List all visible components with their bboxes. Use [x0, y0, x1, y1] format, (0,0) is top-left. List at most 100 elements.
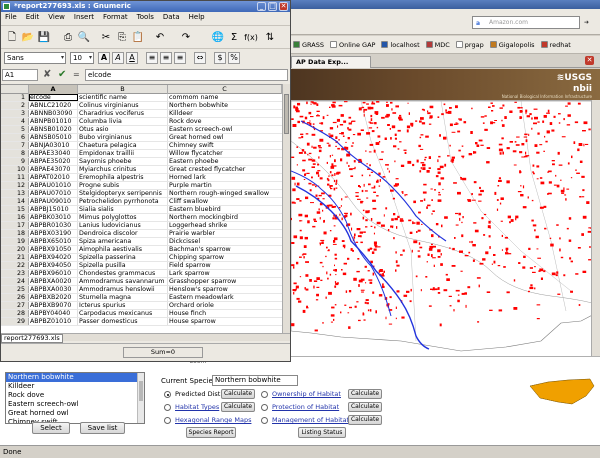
- menu-edit[interactable]: Edit: [26, 12, 40, 23]
- hexagonal-radio[interactable]: [164, 417, 171, 424]
- font-select[interactable]: Sans ▾: [4, 52, 66, 64]
- column-header-c[interactable]: C: [168, 85, 282, 94]
- merge-cells-icon[interactable]: ⇔: [194, 52, 206, 64]
- sort-ascending-icon[interactable]: ⇅: [263, 31, 277, 44]
- cell-scientific-name[interactable]: Petrochelidon pyrrhonota: [78, 198, 168, 205]
- calculate-management-button[interactable]: Calculate: [348, 415, 382, 425]
- cell-common-name[interactable]: Loggerhead shrike: [168, 222, 282, 229]
- cell-elcode[interactable]: ABPBJ15010: [29, 206, 78, 213]
- paste-icon[interactable]: 📋: [131, 31, 145, 44]
- page-vertical-scrollbar[interactable]: [591, 100, 600, 356]
- species-list-scrollbar[interactable]: [137, 373, 144, 423]
- font-size-select[interactable]: 10 ▾: [70, 52, 94, 64]
- cell-scientific-name[interactable]: scientific name: [78, 94, 168, 101]
- hexagonal-range-maps-link[interactable]: Hexagonal Range Maps: [175, 416, 251, 424]
- select-button[interactable]: Select: [32, 422, 70, 434]
- cell-elcode[interactable]: ABNSB01020: [29, 126, 78, 133]
- menu-insert[interactable]: Insert: [74, 12, 94, 23]
- cell-common-name[interactable]: Purple martin: [168, 182, 282, 189]
- align-left-icon[interactable]: ≡: [146, 52, 158, 64]
- search-go-icon[interactable]: ➜: [584, 17, 589, 28]
- cell-common-name[interactable]: Rock dove: [168, 118, 282, 125]
- cell-common-name[interactable]: Orchard oriole: [168, 302, 282, 309]
- cell-elcode[interactable]: ABNPB01010: [29, 118, 78, 125]
- cell-elcode[interactable]: ABPBX91050: [29, 246, 78, 253]
- cell-scientific-name[interactable]: Sialia sialis: [78, 206, 168, 213]
- row-number[interactable]: 20: [1, 246, 29, 253]
- cell-scientific-name[interactable]: Bubo virginianus: [78, 134, 168, 141]
- cell-common-name[interactable]: Lark sparrow: [168, 270, 282, 277]
- cell-elcode[interactable]: ABPBXB2020: [29, 294, 78, 301]
- select-all-corner[interactable]: [1, 85, 29, 94]
- cell-common-name[interactable]: Field sparrow: [168, 262, 282, 269]
- print-preview-icon[interactable]: 🔍: [77, 31, 91, 44]
- cell-scientific-name[interactable]: Icterus spurius: [78, 302, 168, 309]
- search-input[interactable]: a Amazon.com ➜: [472, 16, 589, 29]
- listing-status-button[interactable]: Listing Status: [298, 427, 346, 438]
- cell-scientific-name[interactable]: Charadrius vociferus: [78, 110, 168, 117]
- maximize-icon[interactable]: □: [268, 2, 277, 11]
- save-list-button[interactable]: Save list: [80, 422, 125, 434]
- cell-common-name[interactable]: Grasshopper sparrow: [168, 278, 282, 285]
- cell-elcode[interactable]: ABPAE35020: [29, 158, 78, 165]
- cell-elcode[interactable]: ABPBX94050: [29, 262, 78, 269]
- cell-scientific-name[interactable]: Chaetura pelagica: [78, 142, 168, 149]
- redo-icon[interactable]: ↷: [179, 31, 193, 44]
- species-report-button[interactable]: Species Report: [186, 427, 236, 438]
- cell-common-name[interactable]: Eastern phoebe: [168, 158, 282, 165]
- cell-scientific-name[interactable]: Lanius ludovicianus: [78, 222, 168, 229]
- management-radio[interactable]: [261, 417, 268, 424]
- save-icon[interactable]: 💾: [37, 31, 51, 44]
- cell-elcode[interactable]: ABPAU01010: [29, 182, 78, 189]
- formula-input[interactable]: elcode: [85, 69, 288, 81]
- menu-view[interactable]: View: [48, 12, 65, 23]
- row-number[interactable]: 11: [1, 174, 29, 181]
- menu-data[interactable]: Data: [163, 12, 180, 23]
- row-number[interactable]: 16: [1, 214, 29, 221]
- cell-scientific-name[interactable]: Eremophila alpestris: [78, 174, 168, 181]
- list-item[interactable]: Great horned owl: [6, 409, 144, 418]
- cell-scientific-name[interactable]: Colinus virginianus: [78, 102, 168, 109]
- cell-common-name[interactable]: Killdeer: [168, 110, 282, 117]
- cell-common-name[interactable]: Eastern screech-owl: [168, 126, 282, 133]
- row-number[interactable]: 18: [1, 230, 29, 237]
- cut-icon[interactable]: ✂: [99, 31, 113, 44]
- print-icon[interactable]: ⎙: [61, 31, 75, 44]
- habitat-types-radio[interactable]: [164, 404, 171, 411]
- list-item[interactable]: Northern bobwhite: [6, 373, 144, 382]
- sheet-tab[interactable]: report277693.xls: [1, 334, 63, 343]
- cell-scientific-name[interactable]: Chondestes grammacus: [78, 270, 168, 277]
- cell-common-name[interactable]: Bachman's sparrow: [168, 246, 282, 253]
- cell-elcode[interactable]: ABPAT02010: [29, 174, 78, 181]
- distribution-map[interactable]: [290, 100, 600, 356]
- cell-elcode[interactable]: ABPBXA0030: [29, 286, 78, 293]
- cell-scientific-name[interactable]: Progne subis: [78, 182, 168, 189]
- cell-elcode[interactable]: ABPAE43070: [29, 166, 78, 173]
- cell-common-name[interactable]: Cliff swallow: [168, 198, 282, 205]
- cell-common-name[interactable]: Great crested flycatcher: [168, 166, 282, 173]
- cell-elcode[interactable]: ABNSB05010: [29, 134, 78, 141]
- row-number[interactable]: 14: [1, 198, 29, 205]
- row-number[interactable]: 4: [1, 118, 29, 125]
- cell-scientific-name[interactable]: Carpodacus mexicanus: [78, 310, 168, 317]
- search-engine-icon[interactable]: a: [476, 18, 480, 29]
- row-number[interactable]: 19: [1, 238, 29, 245]
- bookmark-online-gap[interactable]: Online GAP: [330, 41, 375, 49]
- protection-radio[interactable]: [261, 404, 268, 411]
- hyperlink-icon[interactable]: 🌐: [211, 31, 225, 44]
- row-number[interactable]: 25: [1, 286, 29, 293]
- open-file-icon[interactable]: 📂: [21, 31, 35, 44]
- cell-common-name[interactable]: Northern mockingbird: [168, 214, 282, 221]
- bookmark-gigalopolis[interactable]: Gigalopolis: [489, 41, 535, 49]
- italic-icon[interactable]: A: [112, 52, 124, 64]
- spreadsheet-grid[interactable]: A B C 1 elcode scientific name commom name 2…: [1, 84, 282, 333]
- cell-common-name[interactable]: Henslow's sparrow: [168, 286, 282, 293]
- cell-scientific-name[interactable]: Ammodramus henslowii: [78, 286, 168, 293]
- cell-scientific-name[interactable]: Sturnella magna: [78, 294, 168, 301]
- calculate-predicted-button[interactable]: Calculate: [221, 389, 255, 399]
- scroll-thumb[interactable]: [139, 381, 143, 401]
- cell-common-name[interactable]: Northern rough-winged swallow: [168, 190, 282, 197]
- cell-common-name[interactable]: Horned lark: [168, 174, 282, 181]
- row-number[interactable]: 7: [1, 142, 29, 149]
- list-item[interactable]: Rock dove: [6, 391, 144, 400]
